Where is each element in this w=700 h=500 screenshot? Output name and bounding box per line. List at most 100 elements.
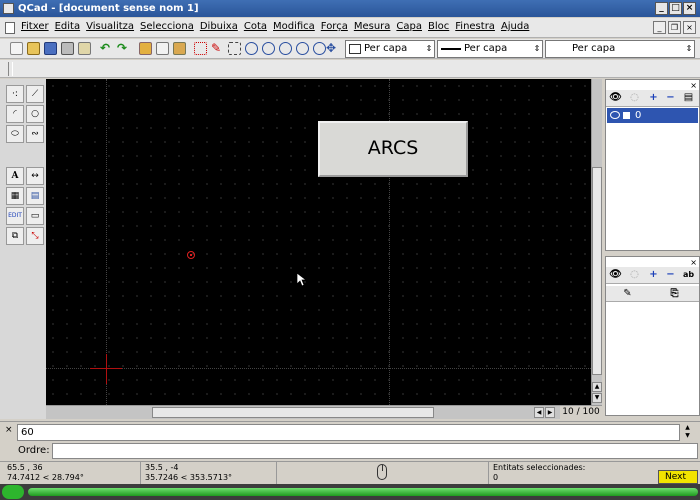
command-close-icon[interactable]: × [5, 425, 13, 435]
linetype-combo-value: Per capa [572, 43, 616, 54]
menu-modifica[interactable]: Modifica [273, 21, 315, 32]
menu-cota[interactable]: Cota [244, 21, 267, 32]
text-tool-icon[interactable]: A [6, 167, 24, 185]
mdi-close-button[interactable]: × [683, 21, 696, 34]
splines-tool-icon[interactable]: ∾ [26, 125, 44, 143]
redraw-icon[interactable] [228, 42, 241, 55]
canvas-horizontal-scrollbar[interactable]: ◀ ▶ 10 / 100 [46, 405, 602, 419]
menu-edita[interactable]: Edita [55, 21, 81, 32]
show-all-blocks-icon[interactable]: 👁 [609, 269, 622, 282]
redo-icon[interactable]: ↷ [117, 42, 130, 55]
cut-icon[interactable] [139, 42, 152, 55]
history-scroll-icon[interactable]: ▲ ▼ [683, 424, 692, 441]
block-toolbar-2: ✎ ⎘ [606, 286, 699, 302]
menu-visualitza[interactable]: Visualitza [86, 21, 134, 32]
image-tool-icon[interactable]: ▤ [26, 187, 44, 205]
menu-forca[interactable]: Força [321, 21, 348, 32]
zoom-pan-icon[interactable]: ✥ [326, 42, 339, 55]
menu-bloc[interactable]: Bloc [428, 21, 449, 32]
menu-ajuda[interactable]: Ajuda [501, 21, 529, 32]
menu-dibuixa[interactable]: Dibuixa [200, 21, 238, 32]
command-input[interactable] [52, 443, 698, 459]
zoom-auto-icon[interactable] [279, 42, 292, 55]
menu-finestra[interactable]: Finestra [455, 21, 495, 32]
points-tool-icon[interactable]: ·: [6, 85, 24, 103]
command-prompt-label: Ordre: [18, 445, 50, 456]
scroll-right-icon[interactable]: ▶ [545, 407, 555, 418]
lines-tool-icon[interactable]: ⟋ [26, 85, 44, 103]
paste-icon[interactable] [173, 42, 186, 55]
measure-tool-icon[interactable]: ▭ [26, 207, 44, 225]
save-icon[interactable] [44, 42, 57, 55]
color-combo[interactable]: Per capa ⇕ [345, 40, 435, 58]
next-button[interactable]: Next [658, 470, 698, 484]
selected-entities-label: Entitats seleccionades: [493, 463, 586, 472]
horizontal-scroll-thumb[interactable] [152, 407, 434, 418]
selection-info: Entitats seleccionades: 0 [489, 462, 659, 484]
print-preview-icon[interactable] [78, 42, 91, 55]
arcs-tool-icon[interactable]: ◜ [6, 105, 24, 123]
zoom-in-icon[interactable] [245, 42, 258, 55]
undo-icon[interactable]: ↶ [100, 42, 113, 55]
draft-pen-icon[interactable]: ✎ [211, 42, 224, 55]
scroll-left-icon[interactable]: ◀ [534, 407, 544, 418]
show-all-layers-icon[interactable]: 👁 [609, 92, 622, 105]
hatch-tool-icon[interactable]: ▦ [6, 187, 24, 205]
hide-all-layers-icon[interactable]: ◌ [628, 92, 641, 105]
minimize-button[interactable]: _ [655, 2, 668, 15]
scroll-down-icon[interactable]: ▼ [592, 393, 602, 403]
layer-visible-icon[interactable] [610, 111, 620, 119]
insert-block-icon[interactable]: ⎘ [668, 288, 681, 301]
selected-entities-count: 0 [493, 473, 499, 482]
maximize-button[interactable]: □ [669, 2, 682, 15]
qcad-app-icon [3, 3, 14, 14]
edit-layer-icon[interactable]: ▤ [682, 92, 695, 105]
add-block-icon[interactable]: + [647, 269, 660, 282]
remove-block-icon[interactable]: − [664, 269, 677, 282]
color-swatch [349, 44, 361, 54]
edit-tool-icon[interactable]: EDIT [6, 207, 24, 225]
new-file-icon[interactable] [10, 42, 23, 55]
width-combo[interactable]: Per capa ⇕ [437, 40, 543, 58]
layer-lock-icon[interactable] [623, 112, 630, 119]
taskbar [0, 484, 700, 500]
block-tool-icon[interactable]: ⧉ [6, 227, 24, 245]
add-layer-icon[interactable]: + [647, 92, 660, 105]
hide-all-blocks-icon[interactable]: ◌ [628, 269, 641, 282]
close-button[interactable]: × [683, 2, 696, 15]
canvas-vertical-scrollbar[interactable]: ▲ ▼ [591, 79, 602, 405]
grid-toggle-icon[interactable] [194, 42, 207, 55]
zoom-out-icon[interactable] [262, 42, 275, 55]
rename-block-icon[interactable]: ab [682, 269, 695, 282]
line-type-preview [549, 48, 569, 50]
menu-selecciona[interactable]: Selecciona [140, 21, 194, 32]
combo-arrow-icon: ⇕ [425, 44, 433, 53]
print-icon[interactable] [61, 42, 74, 55]
scroll-up-icon[interactable]: ▲ [592, 382, 602, 392]
start-button-icon[interactable] [2, 485, 24, 499]
menu-fitxer[interactable]: Fitxer [21, 21, 49, 32]
remove-layer-icon[interactable]: − [664, 92, 677, 105]
menu-mesura[interactable]: Mesura [354, 21, 391, 32]
zoom-previous-icon[interactable] [296, 42, 309, 55]
circles-tool-icon[interactable]: ○ [26, 105, 44, 123]
open-file-icon[interactable] [27, 42, 40, 55]
dimension-tool-icon[interactable]: ↔ [26, 167, 44, 185]
layer-item[interactable]: 0 [607, 108, 698, 123]
panel-close-icon[interactable]: × [690, 81, 697, 90]
linetype-combo[interactable]: Per capa ⇕ [545, 40, 695, 58]
zoom-window-icon[interactable] [313, 42, 326, 55]
vertical-scroll-thumb[interactable] [592, 167, 602, 375]
drawing-canvas[interactable]: ARCS [46, 79, 591, 405]
copy-icon[interactable] [156, 42, 169, 55]
menu-capa[interactable]: Capa [396, 21, 422, 32]
edit-block-icon[interactable]: ✎ [621, 288, 634, 301]
ellipses-tool-icon[interactable]: ⬭ [6, 125, 24, 143]
line-width-preview [441, 48, 461, 50]
mdi-minimize-button[interactable]: _ [653, 21, 666, 34]
toolbar-grip[interactable] [8, 62, 13, 76]
mdi-restore-button[interactable]: ❐ [668, 21, 681, 34]
menu-bar: Fitxer Edita Visualitza Selecciona Dibui… [0, 18, 700, 38]
select-tool-icon[interactable]: ⤡ [26, 227, 44, 245]
panel-close-icon[interactable]: × [690, 258, 697, 267]
